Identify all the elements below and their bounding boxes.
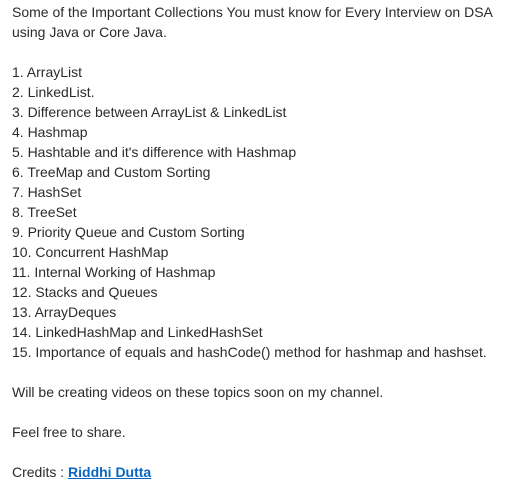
list-item: 5. Hashtable and it's difference with Ha… — [12, 144, 297, 160]
list-item: 2. LinkedList. — [12, 84, 95, 100]
share-note: Feel free to share. — [12, 424, 126, 440]
list-item: 6. TreeMap and Custom Sorting — [12, 164, 211, 180]
credits-author-link[interactable]: Riddhi Dutta — [68, 464, 151, 480]
list-item: 13. ArrayDeques — [12, 304, 117, 320]
list-item: 10. Concurrent HashMap — [12, 244, 169, 260]
post-intro-line: Some of the Important Collections You mu… — [12, 4, 493, 20]
list-item: 1. ArrayList — [12, 64, 83, 80]
videos-note: Will be creating videos on these topics … — [12, 384, 384, 400]
list-item: 3. Difference between ArrayList & Linked… — [12, 104, 287, 120]
list-item: 9. Priority Queue and Custom Sorting — [12, 224, 245, 240]
credits-label: Credits : — [12, 464, 69, 480]
post-text: Some of the Important Collections You mu… — [12, 2, 524, 482]
collections-list: 1. ArrayList 2. LinkedList. 3. Differenc… — [12, 62, 524, 362]
list-item: 14. LinkedHashMap and LinkedHashSet — [12, 324, 263, 340]
list-item: 4. Hashmap — [12, 124, 88, 140]
list-item: 8. TreeSet — [12, 204, 77, 220]
list-item: 15. Importance of equals and hashCode() … — [12, 344, 487, 360]
list-item: 12. Stacks and Queues — [12, 284, 158, 300]
list-item: 11. Internal Working of Hashmap — [12, 264, 216, 280]
list-item: 7. HashSet — [12, 184, 82, 200]
post-intro-line: using Java or Core Java. — [12, 24, 167, 40]
credits-line: Credits : Riddhi Dutta — [12, 462, 524, 482]
